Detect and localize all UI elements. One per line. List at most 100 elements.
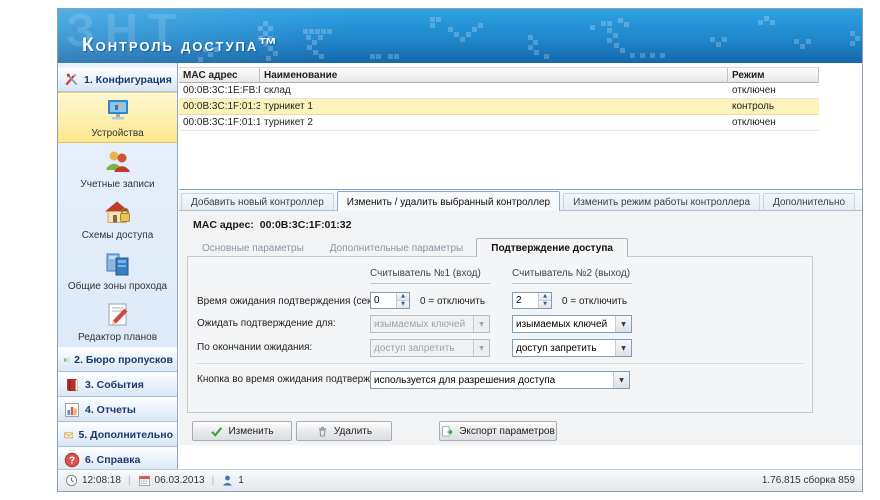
button-mode-dropdown[interactable]: используется для разрешения доступа▼ <box>370 371 630 389</box>
reader2-wait-for-dropdown[interactable]: изымаемых ключей▼ <box>512 315 632 333</box>
cell-name: турникет 2 <box>260 115 728 131</box>
tab-additional-parameters[interactable]: Дополнительные параметры <box>317 240 476 257</box>
spin-down-button[interactable]: ▼ <box>539 300 551 308</box>
reader2-wait-time-spinner[interactable]: 2 ▲▼ <box>512 292 552 309</box>
edit-button[interactable]: Изменить <box>192 421 292 441</box>
table-row[interactable]: 00:0B:3C:1E:FB:F8 склад отключен <box>179 83 819 99</box>
sidebar-section-additional[interactable]: 5. Дополнительно <box>58 422 177 447</box>
column-header-mode[interactable]: Режим <box>728 67 819 83</box>
export-button-label: Экспорт параметров <box>459 426 555 437</box>
sidebar-section-label: 3. События <box>85 379 144 391</box>
status-operators-value: 1 <box>238 475 244 486</box>
edit-button-label: Изменить <box>228 426 273 437</box>
delete-button[interactable]: Удалить <box>296 421 392 441</box>
sidebar: 1. Конфигурация Устройства Учетные запис… <box>58 63 178 469</box>
pass-office-icon <box>64 352 69 368</box>
devices-icon <box>103 96 133 126</box>
controller-tabbar: Добавить новый контроллер Изменить / уда… <box>179 190 862 211</box>
form-divider <box>196 363 804 364</box>
chevron-down-icon: ▼ <box>473 340 489 356</box>
tab-add-controller[interactable]: Добавить новый контроллер <box>181 193 334 210</box>
sidebar-section-reports[interactable]: 4. Отчеты <box>58 397 177 422</box>
person-icon <box>221 474 234 487</box>
reader2-header: Считыватель №2 (выход) <box>512 268 630 279</box>
mac-address-line: MAC адрес:00:0B:3C:1F:01:32 <box>193 219 351 231</box>
table-row-selected[interactable]: 00:0B:3C:1F:01:32 турникет 1 контроль <box>179 99 819 115</box>
reports-icon <box>64 402 80 418</box>
parameters-tabbar: Основные параметры Дополнительные параме… <box>189 238 628 257</box>
sidebar-section-configuration[interactable]: 1. Конфигурация <box>58 67 177 92</box>
cell-name: турникет 1 <box>260 99 728 115</box>
sidebar-item-label: Схемы доступа <box>82 230 154 241</box>
spin-down-button[interactable]: ▼ <box>397 300 409 308</box>
tab-edit-delete-controller[interactable]: Изменить / удалить выбранный контроллер <box>337 191 560 211</box>
tab-content: MAC адрес:00:0B:3C:1F:01:32 Основные пар… <box>179 211 862 445</box>
tab-change-mode[interactable]: Изменить режим работы контроллера <box>563 193 760 210</box>
status-separator: | <box>212 475 215 486</box>
wait-time-label: Время ожидания подтверждения (секунд): <box>197 296 394 307</box>
sidebar-section-events[interactable]: 3. События <box>58 372 177 397</box>
export-icon <box>441 425 454 438</box>
status-time-value: 12:08:18 <box>82 475 121 486</box>
app-header: ЗНТ Контроль доступа™ <box>58 9 862 63</box>
spinner-value: 0 <box>371 293 396 308</box>
sidebar-item-accounts[interactable]: Учетные записи <box>58 143 177 194</box>
dropdown-value: доступ запретить <box>513 340 615 356</box>
sidebar-section-label: 6. Справка <box>85 454 140 466</box>
chevron-down-icon: ▼ <box>613 372 629 388</box>
table-header-row: MAC адрес Наименование Режим <box>179 67 819 83</box>
status-date-value: 06.03.2013 <box>155 475 205 486</box>
sidebar-item-plan-editor[interactable]: Редактор планов <box>58 296 177 347</box>
svg-text:?: ? <box>69 455 75 466</box>
after-wait-label: По окончании ожидания: <box>197 342 312 353</box>
dropdown-value: доступ запретить <box>371 340 473 356</box>
sidebar-config-items: Устройства Учетные записи Схемы доступа … <box>58 92 177 347</box>
table-row[interactable]: 00:0B:3C:1F:01:1A турникет 2 отключен <box>179 115 819 131</box>
dropdown-value: изымаемых ключей <box>513 316 615 332</box>
cell-name: склад <box>260 83 728 99</box>
access-schemes-icon <box>103 198 133 228</box>
cell-mode: отключен <box>728 115 819 131</box>
sidebar-section-label: 4. Отчеты <box>85 404 136 416</box>
export-parameters-button[interactable]: Экспорт параметров <box>439 421 557 441</box>
status-date: 06.03.2013 <box>138 474 205 487</box>
status-operators: 1 <box>221 474 244 487</box>
access-confirmation-panel: Считыватель №1 (вход) Считыватель №2 (вы… <box>187 256 813 413</box>
spin-up-button[interactable]: ▲ <box>397 293 409 300</box>
sidebar-section-label: 5. Дополнительно <box>78 429 173 441</box>
spin-up-button[interactable]: ▲ <box>539 293 551 300</box>
wait-time-hint-1: 0 = отключить <box>420 296 485 307</box>
mac-address-value: 00:0B:3C:1F:01:32 <box>260 219 352 231</box>
status-separator: | <box>128 475 131 486</box>
sidebar-section-pass-office[interactable]: 2. Бюро пропусков <box>58 347 177 372</box>
help-icon: ? <box>64 452 80 468</box>
tab-additional[interactable]: Дополнительно <box>763 193 855 210</box>
calendar-icon <box>138 474 151 487</box>
sidebar-item-access-schemes[interactable]: Схемы доступа <box>58 194 177 245</box>
cell-mac: 00:0B:3C:1F:01:32 <box>179 99 260 115</box>
sidebar-item-label: Учетные записи <box>80 179 154 190</box>
plan-editor-icon <box>103 300 133 330</box>
tab-access-confirmation[interactable]: Подтверждение доступа <box>476 238 628 257</box>
main-area: MAC адрес Наименование Режим 00:0B:3C:1E… <box>179 63 862 469</box>
tab-basic-parameters[interactable]: Основные параметры <box>189 240 317 257</box>
sidebar-item-devices[interactable]: Устройства <box>58 92 177 143</box>
sidebar-section-label: 1. Конфигурация <box>84 74 172 86</box>
chevron-down-icon: ▼ <box>473 316 489 332</box>
events-icon <box>64 377 80 393</box>
version-label: 1.76.815 сборка 859 <box>762 475 855 486</box>
column-header-name[interactable]: Наименование <box>260 67 728 83</box>
trash-icon <box>316 425 329 438</box>
common-zones-icon <box>103 249 133 279</box>
chevron-down-icon: ▼ <box>615 340 631 356</box>
status-time: 12:08:18 <box>65 474 121 487</box>
dropdown-value: изымаемых ключей <box>371 316 473 332</box>
reader2-after-wait-dropdown[interactable]: доступ запретить▼ <box>512 339 632 357</box>
desktop: ЗНТ Контроль доступа™ 1. Конфигурация Ус… <box>0 0 880 500</box>
reader1-underline <box>370 283 490 284</box>
cell-mac: 00:0B:3C:1E:FB:F8 <box>179 83 260 99</box>
reader1-wait-time-spinner[interactable]: 0 ▲▼ <box>370 292 410 309</box>
sidebar-item-common-zones[interactable]: Общие зоны прохода <box>58 245 177 296</box>
column-header-mac[interactable]: MAC адрес <box>179 67 260 83</box>
controllers-table: MAC адрес Наименование Режим 00:0B:3C:1E… <box>179 67 819 131</box>
